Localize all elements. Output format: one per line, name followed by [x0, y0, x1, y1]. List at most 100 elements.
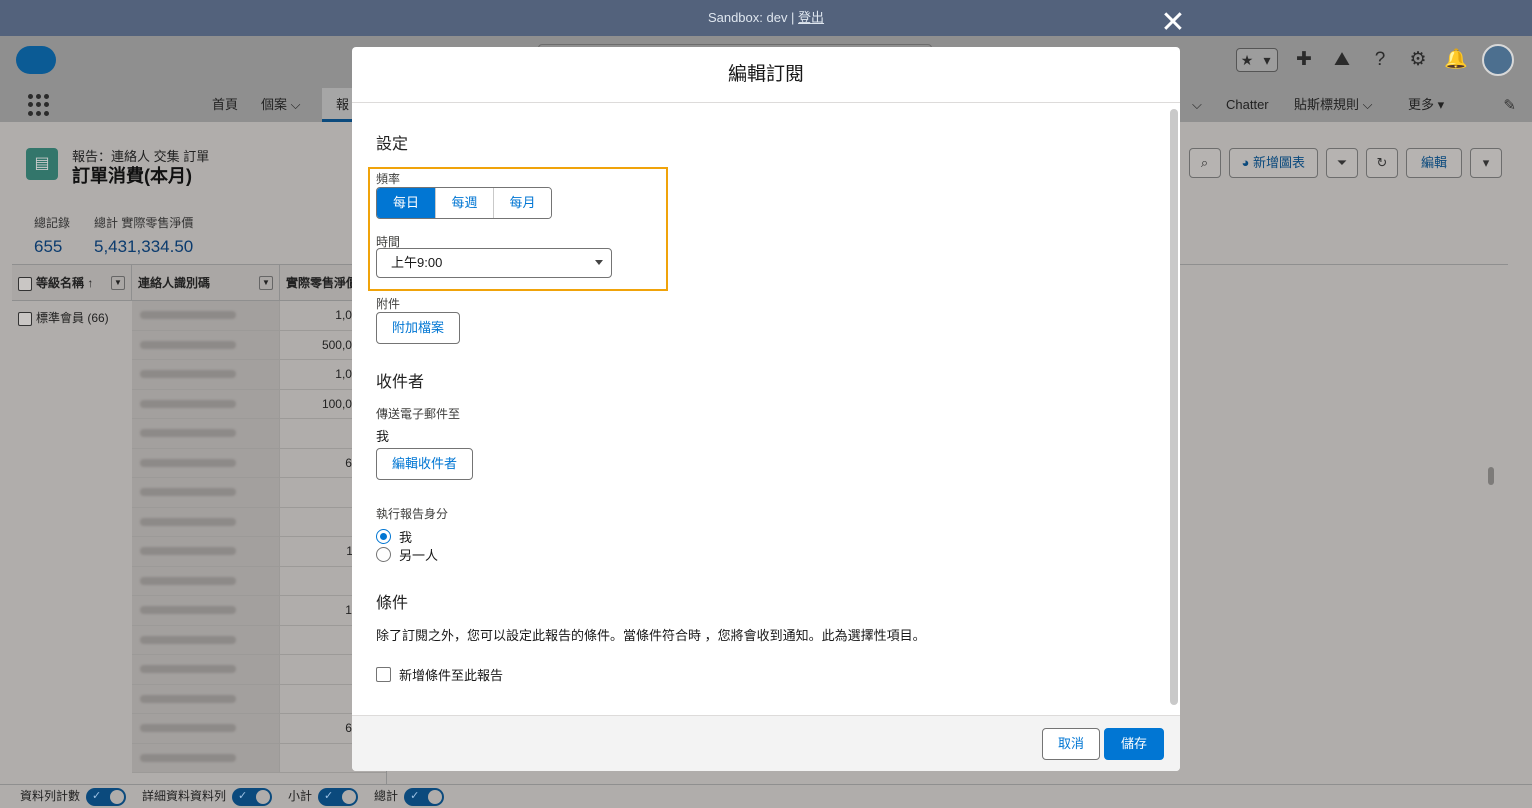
contact-id-cell: [132, 537, 280, 566]
time-select[interactable]: 上午9:00: [376, 248, 612, 278]
pencil-icon[interactable]: ✎: [1503, 96, 1516, 114]
gear-icon[interactable]: ⚙: [1406, 48, 1430, 72]
run-as-other-label: 另一人: [399, 548, 439, 563]
add-icon[interactable]: ✚: [1292, 48, 1316, 72]
table-row: 20.00: [132, 655, 386, 685]
report-icon: ▤: [26, 148, 58, 180]
nav-item-sticker-rules[interactable]: 貼斯標規則 ⌵: [1294, 88, 1373, 122]
save-button[interactable]: 儲存: [1103, 728, 1164, 760]
send-email-label: 傳送電子郵件至: [376, 407, 461, 421]
chart-icon: ◕: [1241, 155, 1250, 170]
add-condition-checkbox[interactable]: [376, 667, 391, 682]
chevron-down-icon[interactable]: ▾: [1257, 49, 1277, 71]
contact-id-cell: [132, 596, 280, 625]
new-chart-button[interactable]: ◕ 新增圖表: [1228, 148, 1318, 178]
run-as-me-radio[interactable]: [376, 529, 391, 544]
table-row: 1,000.00: [132, 360, 386, 390]
chevron-down-icon: ▼: [259, 276, 273, 290]
nav-item-home[interactable]: 首頁: [212, 88, 238, 122]
contact-id-cell: [132, 360, 280, 389]
summary-total-records: 總記錄 655: [34, 216, 71, 256]
chevron-down-icon: ▼: [111, 276, 125, 290]
favorites-group[interactable]: ★ ▾: [1236, 48, 1278, 72]
table-row: 500,000.00: [132, 330, 386, 360]
frequency-selector: 每日 每週 每月: [376, 187, 552, 219]
contact-id-cell: [132, 714, 280, 743]
settings-section-title: 設定: [376, 136, 409, 153]
toggle-row-counts[interactable]: 資料列計數: [20, 787, 127, 806]
contact-id-cell: [132, 655, 280, 684]
avatar[interactable]: [1482, 44, 1514, 76]
sandbox-label: Sandbox: dev |: [707, 10, 799, 25]
cancel-button[interactable]: 取消: [1041, 728, 1100, 760]
report-footer: 資料列計數 詳細資料資料列 小計 總計: [0, 784, 1532, 808]
caret-down-icon: [595, 260, 603, 265]
refresh-icon[interactable]: ↻: [1366, 148, 1398, 178]
logout-link[interactable]: 登出: [798, 10, 824, 25]
table-row: 100,000.00: [132, 389, 386, 419]
bell-icon[interactable]: 🔔: [1444, 48, 1468, 72]
group-row-standard-member[interactable]: 標準會員 (66): [18, 309, 109, 326]
add-condition-label: 新增條件至此報告: [399, 668, 504, 683]
contact-id-cell: [132, 684, 280, 713]
run-as-other-option[interactable]: 另一人: [376, 545, 438, 564]
header-utilities: ★ ▾ ✚ ⛰ ? ⚙ 🔔: [1236, 44, 1514, 76]
table-row: 659.00: [132, 448, 386, 478]
table-row: 20.00: [132, 743, 386, 773]
help-icon[interactable]: ?: [1368, 48, 1392, 72]
table-row: 45.00: [132, 507, 386, 537]
attach-file-button[interactable]: 附加檔案: [376, 312, 461, 344]
modal-scrollbar[interactable]: [1170, 109, 1178, 705]
sort-up-icon: ↑: [87, 276, 94, 290]
contact-id-cell: [132, 389, 280, 418]
recipients-section-title: 收件者: [376, 374, 425, 391]
table-row: 650.00: [132, 714, 386, 744]
summary-total-amount: 總計 實際零售淨價 5,431,334.50: [94, 216, 194, 256]
report-actions: ⌕ ◕ 新增圖表 ⏷ ↻ 編輯 ▾: [1188, 148, 1502, 178]
run-as-me-option[interactable]: 我: [376, 527, 412, 546]
toggle-grand-total[interactable]: 總計: [374, 787, 445, 806]
table-row: 0.00: [132, 478, 386, 508]
search-icon[interactable]: ⌕: [1188, 148, 1221, 178]
nav-item-reports[interactable]: 報告: [336, 88, 352, 122]
page-title: 訂單消費(本月): [72, 166, 192, 186]
contact-id-cell: [132, 419, 280, 448]
close-icon[interactable]: ✕: [1160, 8, 1186, 38]
add-condition-option[interactable]: 新增條件至此報告: [376, 665, 503, 684]
contact-id-cell: [132, 743, 280, 772]
send-email-value: 我: [376, 429, 390, 444]
column-header-tier[interactable]: 等級名稱 ↑ ▼: [12, 265, 132, 301]
chevron-down-icon: ⌵: [1362, 97, 1373, 112]
toggle-subtotals[interactable]: 小計: [288, 787, 359, 806]
edit-recipients-button[interactable]: 編輯收件者: [376, 448, 474, 480]
nav-item-cases[interactable]: 個案 ⌵: [261, 88, 301, 122]
frequency-monthly-button[interactable]: 每月: [493, 188, 551, 218]
sandbox-bar: Sandbox: dev | 登出: [0, 0, 1532, 36]
conditions-section-title: 條件: [376, 595, 409, 612]
chevron-down-icon[interactable]: ▾: [1470, 148, 1502, 178]
filter-icon[interactable]: ⏷: [1326, 148, 1358, 178]
edit-button[interactable]: 編輯: [1406, 148, 1462, 178]
table-row: 114.50: [132, 537, 386, 567]
table-row: 1.00: [132, 625, 386, 655]
frequency-daily-button[interactable]: 每日: [377, 188, 435, 218]
column-header-contact-id[interactable]: 連絡人識別碼 ▼: [132, 265, 280, 301]
run-as-me-label: 我: [399, 530, 413, 545]
chevron-down-icon[interactable]: ⌵: [1192, 88, 1202, 122]
frequency-label: 頻率: [376, 172, 401, 186]
scrollbar[interactable]: [1488, 467, 1494, 485]
chevron-down-icon: ⌵: [290, 97, 301, 112]
toggle-detail-rows[interactable]: 詳細資料資料列: [142, 787, 273, 806]
nav-item-more[interactable]: 更多 ▾: [1408, 88, 1444, 122]
star-icon[interactable]: ★: [1237, 49, 1257, 71]
caret-down-icon: ▾: [1437, 97, 1445, 112]
run-as-other-radio[interactable]: [376, 547, 391, 562]
row-checkbox: [18, 311, 32, 326]
nav-item-chatter[interactable]: Chatter: [1226, 88, 1269, 122]
frequency-weekly-button[interactable]: 每週: [435, 188, 493, 218]
table-row: 40.00: [132, 684, 386, 714]
trailhead-icon[interactable]: ⛰: [1330, 48, 1354, 72]
table-row: 1,000.00: [132, 301, 386, 331]
modal-footer: 取消 儲存: [352, 715, 1180, 771]
contact-id-cell: [132, 448, 280, 477]
